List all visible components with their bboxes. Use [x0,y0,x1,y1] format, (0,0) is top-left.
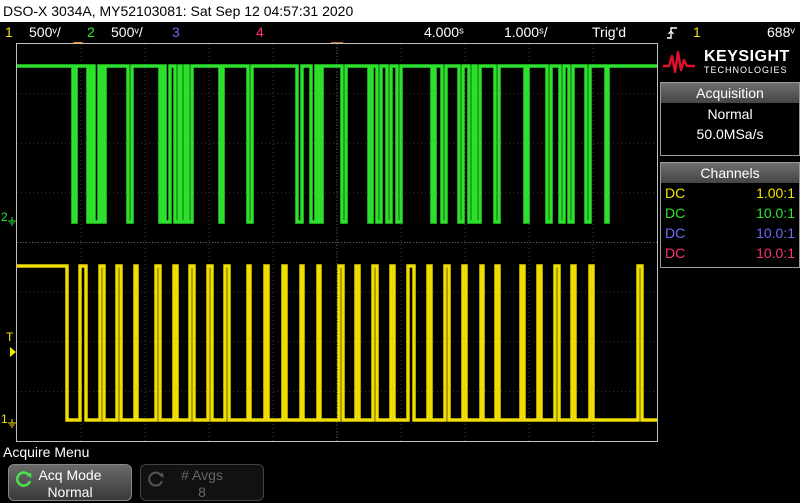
rotate-knob-icon [147,470,165,488]
acq-mode-softkey[interactable]: Acq Mode Normal [8,464,132,501]
ch2-number[interactable]: 2 [87,22,95,42]
brand-logo: KEYSIGHT TECHNOLOGIES [662,43,800,81]
trigger-status: 1 688ᵛ [660,22,800,42]
channels-header: Channels [661,163,799,183]
ch1-number[interactable]: 1 [5,22,13,42]
ch1-probe: 1.00:1 [756,185,795,201]
ch4-coupling: DC [665,245,686,261]
trigger-mode[interactable]: Trig'd [592,22,626,42]
acquisition-panel[interactable]: Acquisition Normal 50.0MSa/s [660,82,800,156]
ch3-coupling: DC [665,225,686,241]
acquisition-mode: Normal [707,106,753,122]
rising-edge-icon [666,25,678,45]
ground-icon [8,416,16,434]
time-scale[interactable]: 1.000ˢ/ [504,22,548,42]
keysight-wave-icon [663,50,695,74]
channel-status-bar: 1 500ᵛ/ 2 500ᵛ/ 3 4 4.000ˢ 1.000ˢ/ Trig'… [0,22,660,42]
trigger-level[interactable]: 688ᵛ [767,22,795,42]
trigger-channel[interactable]: 1 [693,22,701,42]
waveform-canvas [17,44,657,441]
ch2-coupling: DC [665,205,686,221]
channel-row: DC 10.0:1 [661,223,799,243]
sample-rate: 50.0MSa/s [696,126,764,142]
ground-icon [8,214,16,232]
brand-name: KEYSIGHT [704,47,790,65]
ch2-probe: 10.0:1 [756,205,795,221]
ch2-scale[interactable]: 500ᵛ/ [111,22,143,42]
time-delay[interactable]: 4.000ˢ [424,22,464,42]
rotate-knob-icon [15,470,33,488]
channel-row: DC 10.0:1 [661,243,799,263]
ch4-probe: 10.0:1 [756,245,795,261]
channel-row: DC 10.0:1 [661,203,799,223]
ch3-number[interactable]: 3 [172,22,180,42]
ch3-probe: 10.0:1 [756,225,795,241]
ch1-coupling: DC [665,185,686,201]
channel-ground-markers: 2 T 1 [0,43,16,443]
acquisition-header: Acquisition [661,83,799,103]
brand-subtitle: TECHNOLOGIES [704,64,788,75]
channels-panel[interactable]: Channels DC 1.00:1 DC 10.0:1 DC 10.0:1 D… [660,162,800,268]
trigger-level-marker[interactable]: T [6,331,13,343]
waveform-display[interactable] [16,43,658,442]
ch1-ground-marker[interactable]: 1 [1,413,8,425]
menu-title: Acquire Menu [3,444,90,460]
channel-row: DC 1.00:1 [661,183,799,203]
avgs-softkey[interactable]: # Avgs 8 [140,464,264,501]
window-title: DSO-X 3034A, MY52103081: Sat Sep 12 04:5… [0,0,800,22]
ch2-ground-marker[interactable]: 2 [1,211,8,223]
ch1-scale[interactable]: 500ᵛ/ [29,22,61,42]
ch4-number[interactable]: 4 [256,22,264,42]
